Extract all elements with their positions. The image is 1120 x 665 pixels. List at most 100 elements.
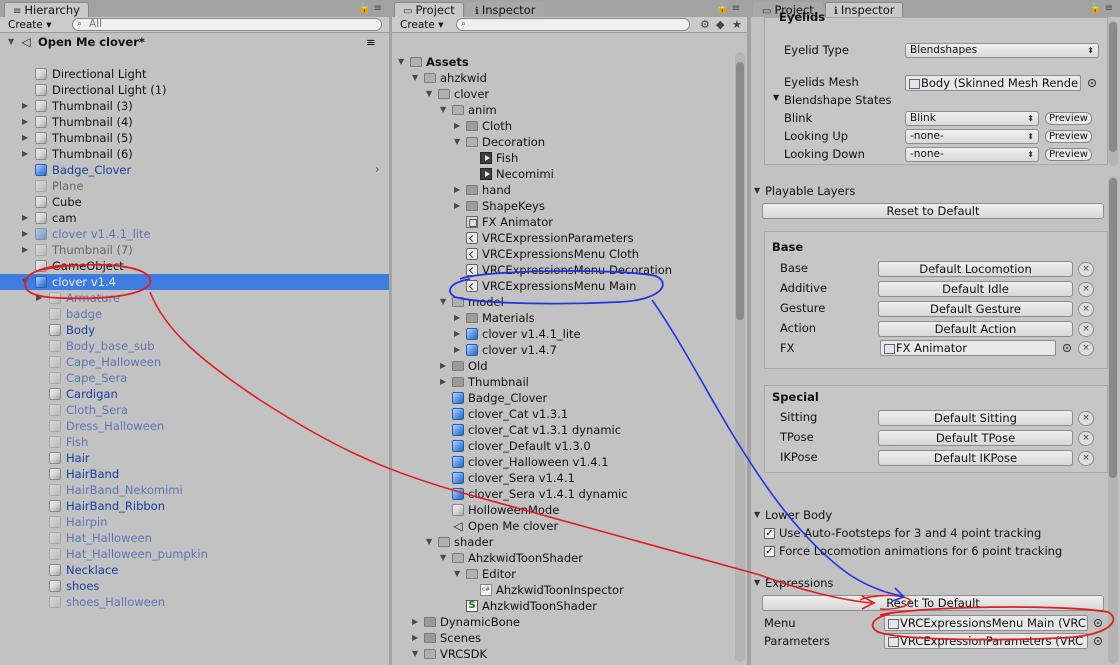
project-row[interactable]: clover_Sera v1.4.1 <box>392 470 747 486</box>
tab-inspector[interactable]: ℹ Inspector <box>825 2 904 17</box>
object-picker-icon[interactable] <box>1094 637 1102 645</box>
hierarchy-row[interactable]: Cloth_Sera <box>0 402 389 418</box>
hierarchy-row[interactable]: Hat_Halloween <box>0 530 389 546</box>
expand-arrow-icon[interactable]: ▼ <box>412 70 418 86</box>
project-row[interactable]: Necomimi <box>392 166 747 182</box>
scene-menu-icon[interactable]: ≡ <box>366 34 376 50</box>
hierarchy-row[interactable]: HairBand_Nekomimi <box>0 482 389 498</box>
project-row[interactable]: S AhzkwidToonShader <box>392 598 747 614</box>
hierarchy-row[interactable]: ▶ Thumbnail (6) <box>0 146 389 162</box>
blendshape-state-dropdown[interactable]: Blink <box>905 111 1039 126</box>
collapse-arrow-icon[interactable]: ▶ <box>36 290 42 306</box>
tab-hierarchy[interactable]: ≡ Hierarchy <box>4 2 89 17</box>
project-row[interactable]: clover_Sera v1.4.1 dynamic <box>392 486 747 502</box>
project-row[interactable]: ▶ Cloth <box>392 118 747 134</box>
expressions-parameters-field[interactable]: VRCExpressionParameters (VRC <box>884 633 1088 649</box>
hierarchy-row[interactable]: shoes_Halloween <box>0 594 389 610</box>
lock-icon[interactable]: 🔒 <box>716 3 731 14</box>
expand-arrow-icon[interactable]: ▼ <box>22 274 28 290</box>
object-picker-icon[interactable] <box>1088 79 1096 87</box>
expand-arrow-icon[interactable]: ▼ <box>440 550 446 566</box>
window-menu-icons[interactable]: 🔒≡ <box>358 3 385 14</box>
project-row[interactable]: ▶ Thumbnail <box>392 374 747 390</box>
hierarchy-row[interactable]: Body_base_sub <box>0 338 389 354</box>
collapse-arrow-icon[interactable]: ▶ <box>22 210 28 226</box>
project-row[interactable]: c# AhzkwidToonInspector <box>392 582 747 598</box>
hierarchy-row[interactable]: Hairpin <box>0 514 389 530</box>
project-row[interactable]: ▼ ahzkwid <box>392 70 747 86</box>
scene-header[interactable]: ▼ ◁ Open Me clover* ≡ <box>0 34 389 50</box>
project-row[interactable]: ▼ model <box>392 294 747 310</box>
menu-icon[interactable]: ≡ <box>732 3 743 14</box>
hierarchy-search-input[interactable]: ⌕ All <box>72 18 382 31</box>
project-row[interactable]: ▼ Editor <box>392 566 747 582</box>
project-row[interactable]: ▼ VRCSDK <box>392 646 747 662</box>
project-row[interactable]: ◁ Open Me clover <box>392 518 747 534</box>
project-row[interactable]: ▼ anim <box>392 102 747 118</box>
project-row[interactable]: VRCExpressionsMenu Cloth <box>392 246 747 262</box>
collapse-arrow-icon[interactable]: ▶ <box>454 118 460 134</box>
chevron-right-icon[interactable]: › <box>375 162 380 176</box>
project-row[interactable]: ▶ ShapeKeys <box>392 198 747 214</box>
collapse-arrow-icon[interactable]: ▶ <box>440 358 446 374</box>
layer-default-button[interactable]: Default Gesture <box>878 301 1073 317</box>
layer-default-button[interactable]: Default Sitting <box>878 410 1073 426</box>
window-menu-icons[interactable]: 🔒≡ <box>1089 3 1116 14</box>
hierarchy-row[interactable]: ▶ Thumbnail (4) <box>0 114 389 130</box>
hierarchy-row[interactable]: badge <box>0 306 389 322</box>
scrollbar-thumb[interactable] <box>736 62 744 320</box>
hierarchy-row[interactable]: ▶ cam <box>0 210 389 226</box>
clear-icon[interactable]: × <box>1078 431 1094 446</box>
hierarchy-row[interactable]: Badge_Clover <box>0 162 389 178</box>
expand-arrow-icon[interactable]: ▼ <box>773 93 779 102</box>
tab-project[interactable]: ▭ Project <box>394 2 464 17</box>
collapse-arrow-icon[interactable]: ▶ <box>22 146 28 162</box>
project-row[interactable]: clover_Cat v1.3.1 dynamic <box>392 422 747 438</box>
project-row[interactable]: ▼ Decoration <box>392 134 747 150</box>
project-row[interactable]: HolloweenMode <box>392 502 747 518</box>
hierarchy-row[interactable]: Hat_Halloween_pumpkin <box>0 546 389 562</box>
project-row[interactable]: ▼ AhzkwidToonShader <box>392 550 747 566</box>
fx-field[interactable]: FX Animator <box>880 340 1056 356</box>
hierarchy-row[interactable]: HairBand_Ribbon <box>0 498 389 514</box>
menu-icon[interactable]: ≡ <box>1105 3 1116 14</box>
project-row[interactable]: ▶ DynamicBone <box>392 614 747 630</box>
project-row[interactable]: ▶ hand <box>392 182 747 198</box>
object-picker-icon[interactable] <box>1063 344 1071 352</box>
hierarchy-row[interactable]: shoes <box>0 578 389 594</box>
hierarchy-row[interactable]: ▶ clover v1.4.1_lite <box>0 226 389 242</box>
hierarchy-row[interactable]: Hair <box>0 450 389 466</box>
clear-icon[interactable]: × <box>1078 411 1094 426</box>
expressions-menu-field[interactable]: VRCExpressionsMenu Main (VRC <box>884 615 1088 631</box>
hierarchy-row-selected[interactable]: ▼ clover v1.4 <box>0 274 389 290</box>
hierarchy-row[interactable]: Directional Light <box>0 66 389 82</box>
layer-default-button[interactable]: Default Idle <box>878 281 1073 297</box>
expand-arrow-icon[interactable]: ▼ <box>412 646 418 662</box>
expand-arrow-icon[interactable]: ▼ <box>440 102 446 118</box>
project-row[interactable]: clover_Default v1.3.0 <box>392 438 747 454</box>
clear-icon[interactable]: × <box>1078 262 1094 277</box>
clear-icon[interactable]: × <box>1078 451 1094 466</box>
window-menu-icons[interactable]: 🔒≡ <box>716 3 743 14</box>
blendshape-state-dropdown[interactable]: -none- <box>905 129 1039 144</box>
eyelid-type-dropdown[interactable]: Blendshapes <box>905 43 1099 58</box>
create-button[interactable]: Create ▾ <box>396 18 448 32</box>
auto-footsteps-checkbox[interactable]: ✓ <box>764 528 775 539</box>
project-row[interactable]: ▼ Assets <box>392 54 747 70</box>
expand-arrow-icon[interactable]: ▼ <box>398 54 404 70</box>
hierarchy-row[interactable]: Necklace <box>0 562 389 578</box>
project-row[interactable]: VRCExpressionParameters <box>392 230 747 246</box>
tab-inspector[interactable]: ℹ Inspector <box>466 2 545 17</box>
filter-by-type-icon[interactable]: ⚙ <box>700 18 710 31</box>
hierarchy-row[interactable]: ▶ Armature <box>0 290 389 306</box>
hierarchy-row[interactable]: ▶ Thumbnail (5) <box>0 130 389 146</box>
preview-button[interactable]: Preview <box>1045 148 1092 161</box>
layer-default-button[interactable]: Default IKPose <box>878 450 1073 466</box>
expand-arrow-icon[interactable]: ▼ <box>440 294 446 310</box>
hierarchy-row[interactable]: ▶ Thumbnail (3) <box>0 98 389 114</box>
collapse-arrow-icon[interactable]: ▶ <box>22 130 28 146</box>
hierarchy-row[interactable]: Directional Light (1) <box>0 82 389 98</box>
hierarchy-row[interactable]: HairBand <box>0 466 389 482</box>
layer-default-button[interactable]: Default Action <box>878 321 1073 337</box>
collapse-arrow-icon[interactable]: ▶ <box>22 114 28 130</box>
